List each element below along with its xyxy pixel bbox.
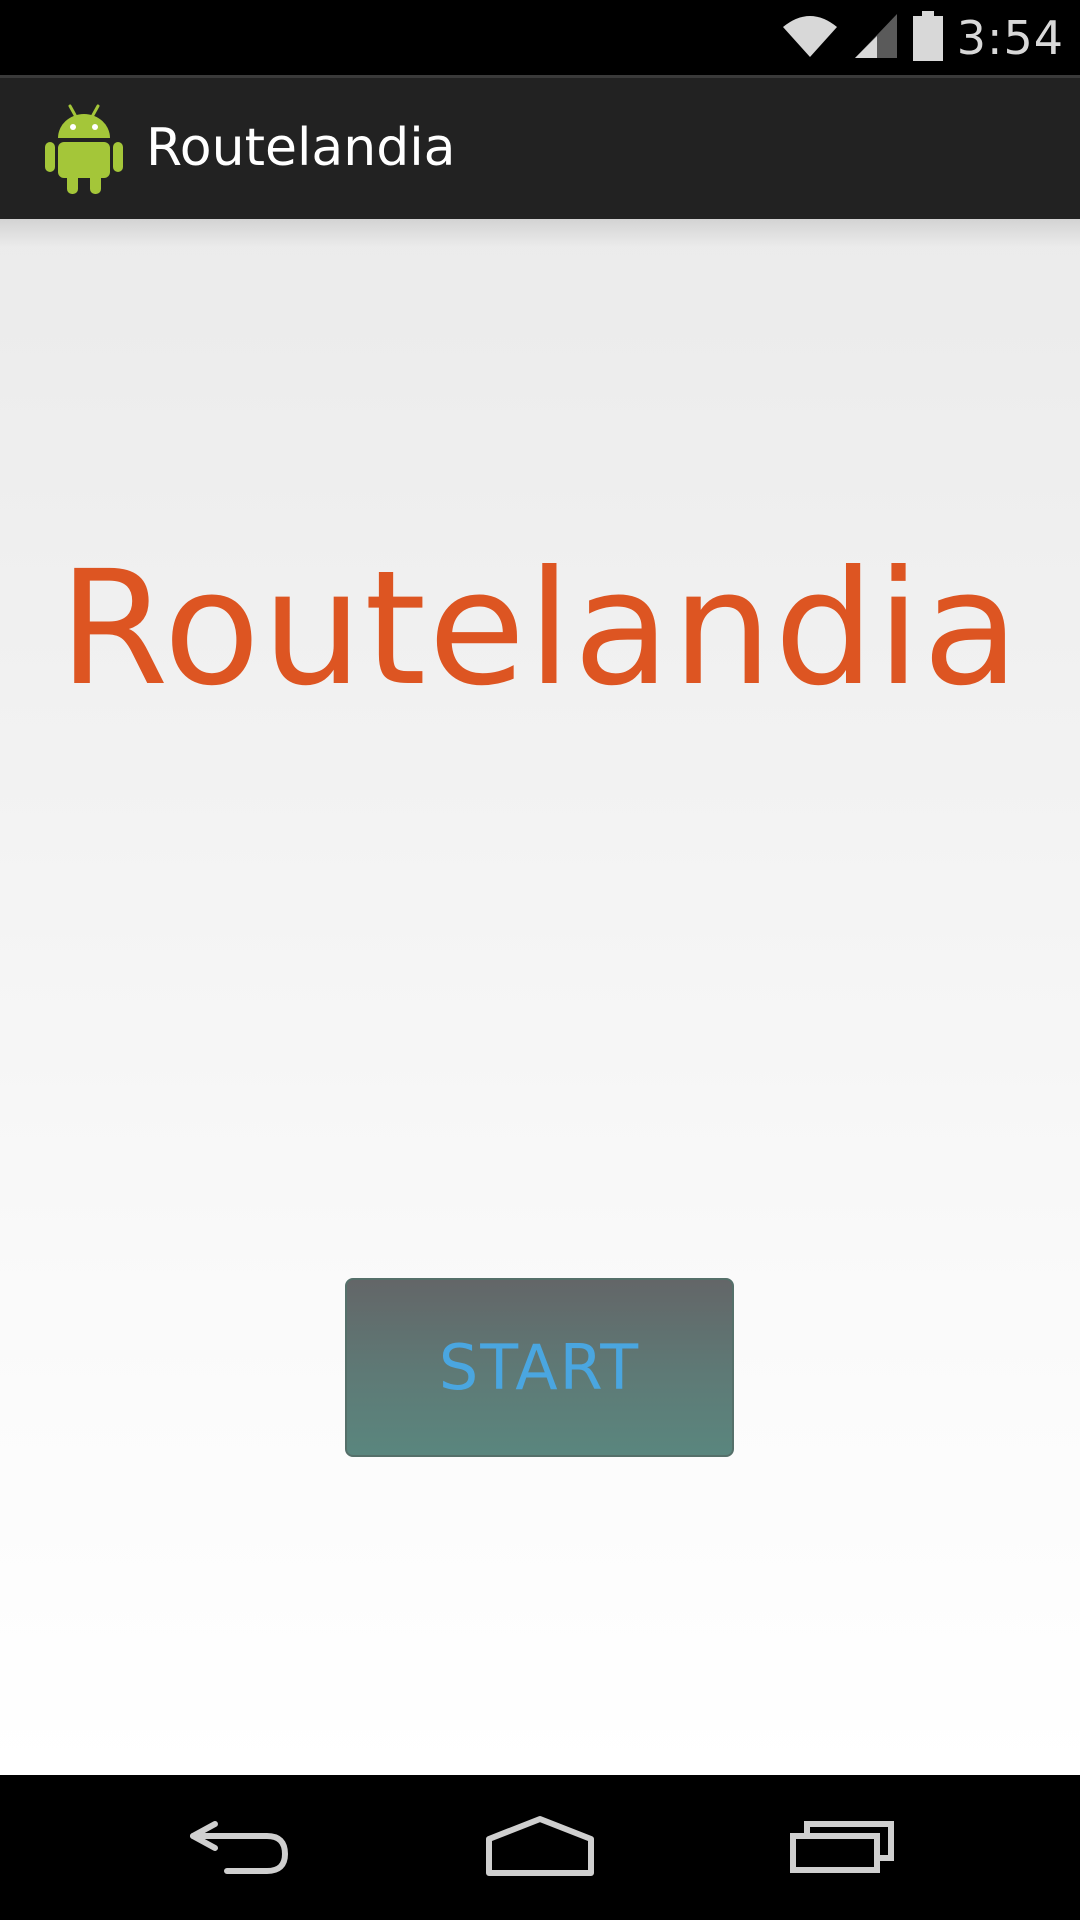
action-bar-shadow — [0, 219, 1080, 247]
cell-signal-icon — [853, 12, 899, 64]
status-icons: 3:54 — [781, 8, 1064, 68]
start-button[interactable]: START — [345, 1278, 734, 1457]
android-app-icon[interactable] — [44, 100, 124, 196]
action-bar-title: Routelandia — [146, 118, 456, 178]
recent-apps-button[interactable] — [752, 1795, 932, 1900]
home-icon — [484, 1815, 596, 1881]
back-button[interactable] — [150, 1795, 330, 1900]
screen: 3:54 Routelandia Routelandia START — [0, 0, 1080, 1920]
navigation-bar — [0, 1775, 1080, 1920]
back-icon — [185, 1816, 295, 1880]
start-button-label: START — [438, 1331, 641, 1404]
recent-apps-icon — [789, 1818, 895, 1878]
main-content: Routelandia START — [0, 219, 1080, 1775]
wifi-icon — [781, 13, 839, 63]
app-headline: Routelandia — [58, 537, 1022, 721]
status-bar: 3:54 — [0, 0, 1080, 75]
action-bar: Routelandia — [0, 75, 1080, 219]
status-time: 3:54 — [956, 11, 1064, 65]
battery-icon — [912, 11, 943, 65]
home-button[interactable] — [450, 1795, 630, 1900]
